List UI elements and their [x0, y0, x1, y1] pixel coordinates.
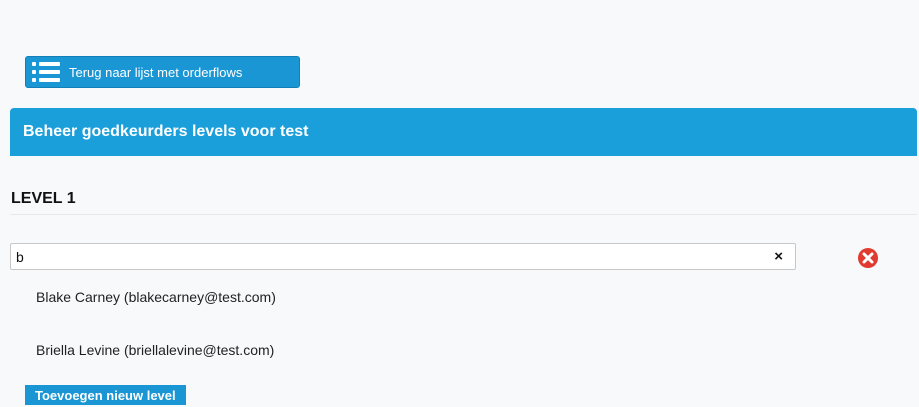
search-result-option[interactable]: Briella Levine (briellalevine@test.com) [36, 342, 274, 358]
approver-search-input[interactable] [11, 244, 795, 269]
approver-search-field[interactable]: × [10, 243, 796, 270]
page-header: Beheer goedkeurders levels voor test [10, 108, 917, 156]
remove-circle-icon[interactable] [857, 247, 879, 269]
search-result-option[interactable]: Blake Carney (blakecarney@test.com) [36, 289, 276, 305]
clear-icon[interactable]: × [774, 249, 783, 265]
level-title: LEVEL 1 [11, 190, 76, 207]
divider [10, 214, 917, 215]
add-level-button[interactable]: Toevoegen nieuw level [25, 385, 186, 405]
back-button-label: Terug naar lijst met orderflows [69, 64, 243, 80]
page-title: Beheer goedkeurders levels voor test [23, 123, 309, 140]
back-to-orderflows-button[interactable]: Terug naar lijst met orderflows [25, 56, 300, 88]
list-icon [31, 60, 61, 84]
